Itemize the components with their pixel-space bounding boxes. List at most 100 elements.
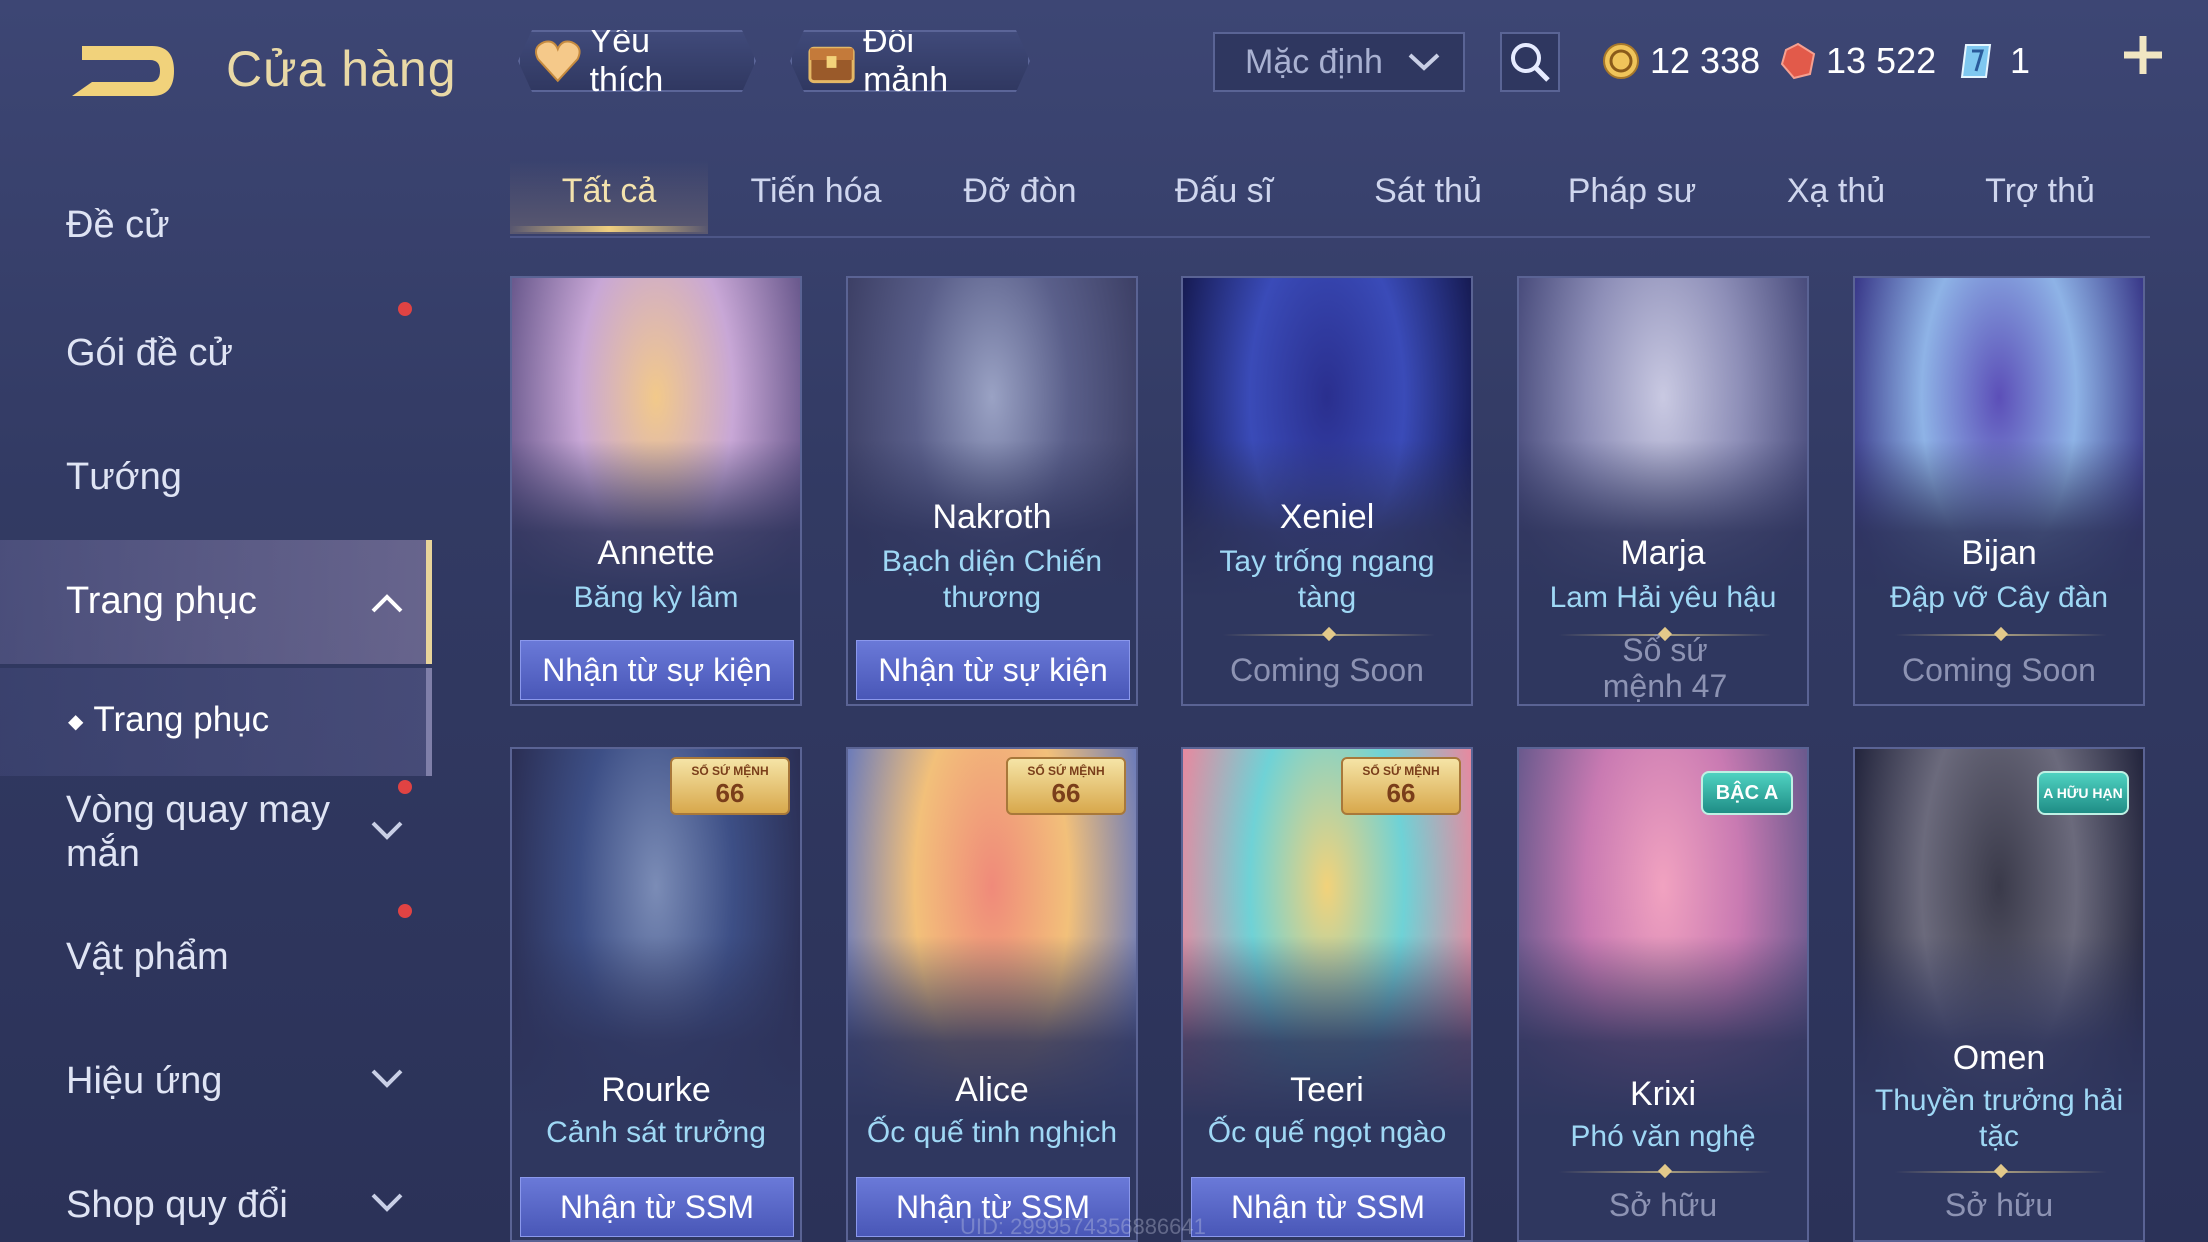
skin-name: Thuyền trưởng hải tặc xyxy=(1874,1084,2124,1153)
coming-soon-label: Coming Soon xyxy=(1230,652,1424,688)
skin-card[interactable]: A HỮU HẠN Omen Thuyền trưởng hải tặc Sở … xyxy=(1853,747,2145,1242)
sidebar-subitem-label: Trang phục xyxy=(93,700,270,739)
uid-watermark: UID: 2999574356886641 xyxy=(960,1214,1206,1239)
crystal-currency: 1 xyxy=(1958,36,2030,86)
mission-book-badge: SỔ SỨ MỆNH 66 xyxy=(670,757,790,815)
chevron-down-icon[interactable] xyxy=(370,820,404,842)
heart-icon xyxy=(534,39,582,83)
sidebar-item-hieu-ung[interactable]: Hiệu ứng xyxy=(66,1060,222,1103)
sidebar-item-vong-quay[interactable]: Vòng quay may mắn xyxy=(66,788,336,876)
skin-name: Đập vỡ Cây đàn xyxy=(1889,581,2109,614)
sidebar-item-goi-de-cu[interactable]: Gói đề cử xyxy=(66,332,233,375)
skin-card[interactable]: Annette Băng kỳ lâm Nhận từ sự kiện xyxy=(510,276,802,706)
gold-currency: 12 338 xyxy=(1602,36,1760,86)
chevron-up-icon xyxy=(371,594,403,613)
gold-coin-icon xyxy=(1603,43,1639,79)
skin-name: Băng kỳ lâm xyxy=(573,581,739,614)
tab-do-don[interactable]: Đỡ đòn xyxy=(920,172,1120,211)
sidebar: Đề cử Gói đề cử Tướng Trang phục ◆ Trang … xyxy=(0,160,432,1242)
notification-dot xyxy=(398,904,412,918)
skin-card[interactable]: Nakroth Bạch diện Chiến thương Nhận từ s… xyxy=(846,276,1138,706)
mission-book-label: Sổ sứ mệnh 47 xyxy=(1602,632,1728,704)
get-from-ssm-button[interactable]: Nhận từ SSM xyxy=(520,1177,794,1237)
sidebar-item-vat-pham[interactable]: Vật phẩm xyxy=(66,936,229,979)
hero-name: Alice xyxy=(955,1071,1029,1109)
favorite-label: Yêu thích xyxy=(589,22,664,99)
bullet-diamond-icon: ◆ xyxy=(68,711,84,734)
get-from-ssm-button[interactable]: Nhận từ SSM xyxy=(1191,1177,1465,1237)
skin-name: Cảnh sát trưởng xyxy=(546,1116,766,1149)
tab-sat-thu[interactable]: Sát thủ xyxy=(1328,172,1528,211)
search-button[interactable] xyxy=(1500,32,1560,92)
hero-name: Bijan xyxy=(1961,534,2037,572)
skin-name: Tay trống ngang tàng xyxy=(1219,545,1435,614)
hero-name: Xeniel xyxy=(1279,498,1375,536)
skin-name: Ốc quế tinh nghịch xyxy=(866,1116,1118,1149)
hero-name: Nakroth xyxy=(932,498,1052,536)
owned-label: Sở hữu xyxy=(1944,1187,2054,1223)
badge-title: SỔ SỨ MỆNH xyxy=(691,764,769,778)
tab-tro-thu[interactable]: Trợ thủ xyxy=(1940,172,2140,211)
chevron-down-icon[interactable] xyxy=(370,1068,404,1090)
gem-amount: 13 522 xyxy=(1826,40,1937,81)
mission-book-badge: SỔ SỨ MỆNH 66 xyxy=(1341,757,1461,815)
skin-name: Ốc quế ngọt ngào xyxy=(1207,1116,1447,1149)
tab-tien-hoa[interactable]: Tiến hóa xyxy=(716,172,916,211)
gem-currency: 13 522 xyxy=(1780,36,1936,86)
skin-name: Lam Hải yêu hậu xyxy=(1549,581,1777,614)
hero-name: Teeri xyxy=(1290,1071,1364,1109)
red-gem-icon xyxy=(1780,42,1816,80)
get-from-event-button[interactable]: Nhận từ sự kiện xyxy=(856,640,1130,700)
tab-phap-su[interactable]: Pháp sư xyxy=(1532,172,1732,211)
limited-tier-badge: A HỮU HẠN xyxy=(2037,771,2129,815)
hero-name: Krixi xyxy=(1629,1075,1697,1113)
active-tab-indicator xyxy=(510,226,708,232)
skin-card[interactable]: SỔ SỨ MỆNH 66 Teeri Ốc quế ngọt ngào Nhận… xyxy=(1181,747,1473,1242)
coming-soon-label: Coming Soon xyxy=(1902,652,2096,688)
badge-number: 66 xyxy=(715,778,745,808)
exchange-fragments-button[interactable]: Đổi mảnh xyxy=(790,30,1030,92)
sort-dropdown[interactable]: Mặc định xyxy=(1213,32,1465,92)
sidebar-item-tuong[interactable]: Tướng xyxy=(66,456,182,499)
get-from-event-button[interactable]: Nhận từ sự kiện xyxy=(520,640,794,700)
favorite-button[interactable]: Yêu thích xyxy=(518,30,756,92)
skin-card[interactable]: Marja Lam Hải yêu hậu Sổ sứ mệnh 47 xyxy=(1517,276,1809,706)
crystal-amount: 1 xyxy=(2010,40,2031,81)
sidebar-subitem-trang-phuc[interactable]: ◆ Trang phục xyxy=(68,700,269,740)
hero-name: Marja xyxy=(1620,534,1706,572)
skin-card[interactable]: SỔ SỨ MỆNH 66 Rourke Cảnh sát trưởng Nhận… xyxy=(510,747,802,1242)
exchange-label: Đổi mảnh xyxy=(863,22,949,99)
blue-crystal-icon xyxy=(1960,44,1992,78)
badge-title: SỔ SỨ MỆNH xyxy=(1362,764,1440,778)
chevron-down-icon xyxy=(1408,53,1440,71)
skin-card[interactable]: Bijan Đập vỡ Cây đàn Coming Soon xyxy=(1853,276,2145,706)
skin-card[interactable]: BẬC A Krixi Phó văn nghệ Sở hữu xyxy=(1517,747,1809,1242)
chevron-down-icon[interactable] xyxy=(370,1192,404,1214)
skin-name: Bạch diện Chiến thương xyxy=(881,545,1103,614)
tier-a-badge: BẬC A xyxy=(1701,771,1793,815)
hero-name: Omen xyxy=(1952,1039,2046,1077)
badge-number: 66 xyxy=(1051,778,1081,808)
notification-dot xyxy=(398,302,412,316)
mission-book-badge: SỔ SỨ MỆNH 66 xyxy=(1006,757,1126,815)
badge-number: 66 xyxy=(1386,778,1416,808)
treasure-chest-icon xyxy=(806,36,857,86)
tab-dau-si[interactable]: Đấu sĩ xyxy=(1124,172,1324,211)
notification-dot xyxy=(398,780,412,794)
gold-amount: 12 338 xyxy=(1650,40,1761,81)
sort-value: Mặc định xyxy=(1245,42,1383,81)
search-icon xyxy=(1511,43,1550,82)
sidebar-item-de-cu[interactable]: Đề cử xyxy=(66,204,170,247)
tab-tat-ca[interactable]: Tất cả xyxy=(510,172,708,211)
skin-card[interactable]: Xeniel Tay trống ngang tàng Coming Soon xyxy=(1181,276,1473,706)
tab-xa-thu[interactable]: Xạ thủ xyxy=(1736,172,1936,211)
category-tabs: Tất cả Tiến hóa Đỡ đòn Đấu sĩ Sát thủ Ph… xyxy=(510,160,2150,238)
sidebar-item-shop-quy-doi[interactable]: Shop quy đổi xyxy=(66,1184,288,1227)
skin-name: Phó văn nghệ xyxy=(1570,1120,1756,1153)
sidebar-item-trang-phuc[interactable]: Trang phục xyxy=(66,580,257,623)
back-arrow-icon[interactable] xyxy=(62,36,182,106)
hero-name: Annette xyxy=(597,534,715,572)
hero-name: Rourke xyxy=(601,1071,711,1109)
add-currency-button[interactable] xyxy=(2118,30,2168,80)
skin-card[interactable]: SỔ SỨ MỆNH 66 Alice Ốc quế tinh nghịch Nh… xyxy=(846,747,1138,1242)
